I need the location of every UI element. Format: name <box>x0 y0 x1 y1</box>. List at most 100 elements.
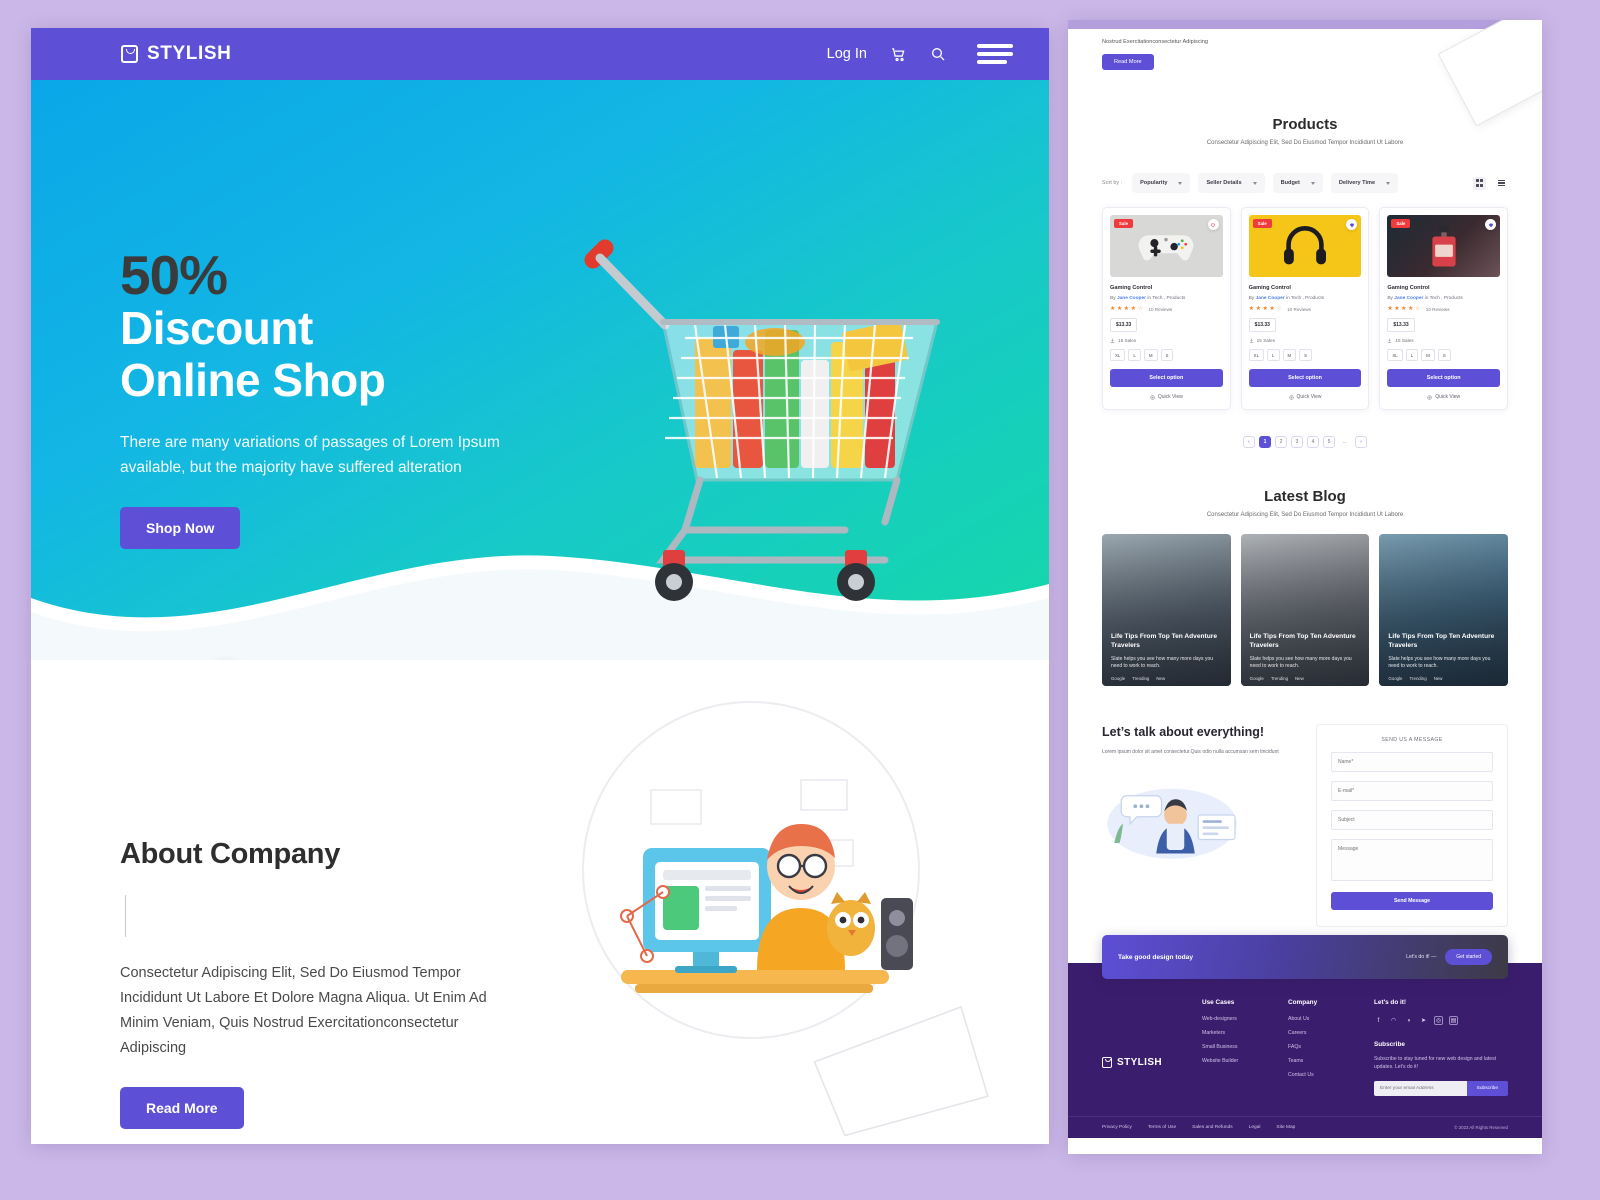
search-icon[interactable] <box>930 46 946 62</box>
bottom-link[interactable]: Sales and Refunds <box>1192 1125 1233 1130</box>
eye-icon <box>1150 394 1155 400</box>
size-option[interactable]: S <box>1299 349 1313 361</box>
size-option[interactable]: L <box>1267 349 1280 361</box>
footer-link[interactable]: Teams <box>1288 1058 1360 1064</box>
pagination-page-4[interactable]: 4 <box>1307 436 1319 448</box>
site-navbar: STYLISH Log In <box>31 28 1049 80</box>
product-reviews: 10 Reviews <box>1287 306 1311 312</box>
footer-link[interactable]: Careers <box>1288 1030 1360 1036</box>
blog-tag[interactable]: Google <box>1388 676 1402 681</box>
filter-delivery-time[interactable]: Delivery Time <box>1330 173 1399 193</box>
shopping-cart-illustration <box>584 239 940 601</box>
size-option[interactable]: XL <box>1248 349 1265 361</box>
send-message-button[interactable]: Send Message <box>1331 892 1493 910</box>
blog-card[interactable]: Life Tips From Top Ten Adventure Travele… <box>1379 534 1509 686</box>
blog-tag[interactable]: New <box>1434 676 1443 681</box>
hamburger-menu-icon[interactable] <box>977 44 1013 64</box>
footer-column-company: Company About Us Careers FAQs Teams Cont… <box>1288 999 1360 1096</box>
filter-budget[interactable]: Budget <box>1272 173 1323 193</box>
pagination-page-1[interactable]: 1 <box>1259 436 1271 448</box>
size-option[interactable]: XL <box>1110 349 1126 361</box>
wishlist-heart-icon[interactable] <box>1485 219 1497 230</box>
size-option[interactable]: L <box>1405 349 1419 361</box>
headphones-illustration <box>1284 225 1326 265</box>
filter-popularity[interactable]: Popularity <box>1132 173 1191 193</box>
twitch-icon[interactable]: ◠ <box>1389 1016 1398 1025</box>
size-option[interactable]: XL <box>1387 349 1403 361</box>
product-author[interactable]: Jane Cooper <box>1117 296 1146 301</box>
facebook-icon[interactable]: f <box>1374 1016 1383 1025</box>
bottom-link[interactable]: Legal <box>1249 1125 1261 1130</box>
blog-tag[interactable]: Trending <box>1271 676 1288 681</box>
github-icon[interactable]: ◑ <box>1404 1016 1413 1025</box>
size-option[interactable]: S <box>1437 349 1451 361</box>
footer-brand[interactable]: STYLISH <box>1102 999 1188 1096</box>
subscribe-email-input[interactable] <box>1374 1080 1467 1096</box>
select-option-button[interactable]: Select option <box>1248 369 1362 387</box>
footer-link[interactable]: Web-designers <box>1202 1016 1274 1022</box>
subject-field[interactable] <box>1331 810 1493 830</box>
pagination-page-5[interactable]: 5 <box>1323 436 1335 448</box>
blog-tag[interactable]: Trending <box>1410 676 1427 681</box>
size-option[interactable]: L <box>1128 349 1141 361</box>
shop-now-button[interactable]: Shop Now <box>120 506 241 549</box>
footer-link[interactable]: FAQs <box>1288 1044 1360 1050</box>
by-prefix: By <box>1387 296 1393 301</box>
wishlist-heart-icon[interactable] <box>1207 219 1219 230</box>
email-field[interactable] <box>1331 781 1493 801</box>
cart-icon[interactable] <box>890 46 907 63</box>
get-started-button[interactable]: Get started <box>1445 949 1492 965</box>
brand-logo[interactable]: STYLISH <box>121 43 231 65</box>
product-author-line: By Jane Cooper in Tech , Products <box>1387 296 1500 301</box>
pagination-page-3[interactable]: 3 <box>1291 436 1303 448</box>
pagination-next[interactable]: › <box>1355 436 1367 448</box>
quick-view-link[interactable]: Quick View <box>1110 394 1223 400</box>
quick-view-link[interactable]: Quick View <box>1387 394 1500 400</box>
footer-link[interactable]: Small Business <box>1202 1044 1274 1050</box>
product-author[interactable]: Jane Cooper <box>1394 296 1423 301</box>
theater-icon[interactable]: ▤ <box>1449 1016 1458 1025</box>
product-card[interactable]: Sale Gaming Control By Jane Cooper in Te… <box>1379 207 1509 410</box>
size-option[interactable]: M <box>1282 349 1297 361</box>
grid-view-icon[interactable] <box>1473 176 1486 190</box>
message-field[interactable] <box>1331 839 1493 881</box>
filter-seller-details[interactable]: Seller Details <box>1198 173 1265 193</box>
product-card[interactable]: Sale Gaming Control By Jane Cooper in Te… <box>1240 207 1370 410</box>
blog-card[interactable]: Life Tips From Top Ten Adventure Travele… <box>1240 534 1370 686</box>
subscribe-button[interactable]: Subscribe <box>1466 1080 1508 1096</box>
footer-link[interactable]: About Us <box>1288 1016 1360 1022</box>
product-price: $13.33 <box>1387 318 1415 332</box>
blog-tag[interactable]: Trending <box>1132 676 1149 681</box>
bottom-link[interactable]: Privacy Policy <box>1102 1125 1132 1130</box>
star-icon: ★ <box>1116 306 1123 312</box>
footer-link[interactable]: Contact Us <box>1288 1072 1360 1078</box>
about-read-more-button[interactable]: Read More <box>120 1086 244 1129</box>
size-option[interactable]: M <box>1421 349 1435 361</box>
name-field[interactable] <box>1331 752 1493 772</box>
size-option[interactable]: S <box>1160 349 1174 361</box>
select-option-button[interactable]: Select option <box>1387 369 1501 387</box>
login-link[interactable]: Log In <box>827 46 867 62</box>
wishlist-heart-icon[interactable] <box>1346 219 1358 230</box>
pagination-prev[interactable]: ‹ <box>1243 436 1255 448</box>
product-author[interactable]: Jane Cooper <box>1256 296 1285 301</box>
quick-view-link[interactable]: Quick View <box>1249 394 1362 400</box>
product-card[interactable]: Sale Gaming Control By Jane Cooper in Te… <box>1102 207 1231 410</box>
footer-link[interactable]: Website Builder <box>1202 1058 1274 1064</box>
blog-tag[interactable]: New <box>1156 676 1165 681</box>
blog-card[interactable]: Life Tips From Top Ten Adventure Travele… <box>1102 534 1231 686</box>
product-reviews: 10 Reviews <box>1425 306 1450 312</box>
bottom-link[interactable]: Site Map <box>1276 1125 1295 1130</box>
instagram-icon[interactable]: ◎ <box>1434 1016 1443 1025</box>
size-option[interactable]: M <box>1143 349 1158 361</box>
blog-tag[interactable]: Google <box>1111 676 1125 681</box>
pagination-page-2[interactable]: 2 <box>1275 436 1287 448</box>
intro-read-more-button[interactable]: Read More <box>1102 54 1154 70</box>
list-view-icon[interactable] <box>1495 177 1508 190</box>
footer-link[interactable]: Marketers <box>1202 1030 1274 1036</box>
blog-tag[interactable]: Google <box>1250 676 1264 681</box>
telegram-icon[interactable]: ➤ <box>1419 1016 1428 1025</box>
select-option-button[interactable]: Select option <box>1110 369 1223 387</box>
bottom-link[interactable]: Terms of Use <box>1148 1125 1176 1130</box>
blog-tag[interactable]: New <box>1295 676 1304 681</box>
